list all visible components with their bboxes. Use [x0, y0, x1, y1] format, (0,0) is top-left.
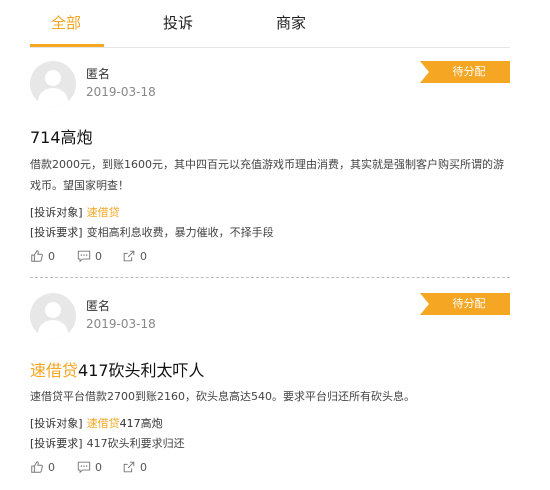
share-button[interactable]: 0 — [122, 458, 147, 476]
post-divider — [30, 277, 510, 278]
like-count: 0 — [48, 249, 55, 263]
comment-button[interactable]: 0 — [77, 458, 102, 476]
post-date: 2019-03-18 — [86, 85, 156, 99]
complaint-title[interactable]: 714高炮 — [30, 124, 93, 148]
complaint-target-link[interactable]: 速借贷 — [87, 417, 120, 430]
complaint-demand: [投诉要求] 变相高利息收费，暴力催收，不择手段 — [30, 224, 274, 240]
comment-count: 0 — [95, 249, 102, 263]
complaint-target-suffix: 417高炮 — [119, 417, 163, 430]
avatar — [30, 293, 76, 339]
tab-bar: 全部 投诉 商家 — [0, 0, 550, 48]
status-badge-label: 待分配 — [452, 297, 486, 310]
avatar — [30, 61, 76, 107]
complaint-target: [投诉对象] 速借贷 — [30, 204, 120, 220]
complaint-title-main: 714高炮 — [30, 128, 93, 147]
status-badge: 待分配 — [420, 61, 510, 83]
post-actions: 0 0 0 — [30, 247, 230, 265]
complaint-title-main: 417砍头利太吓人 — [78, 361, 205, 380]
thumbs-up-icon — [31, 461, 43, 473]
author-name: 匿名 — [86, 299, 111, 313]
complaint-demand-value: 变相高利息收费，暴力催收，不择手段 — [86, 226, 274, 239]
like-button[interactable]: 0 — [30, 247, 55, 265]
tab-bar-divider — [30, 47, 510, 48]
like-count: 0 — [48, 460, 55, 474]
complaint-card: 匿名 2019-03-18 待分配 速借贷417砍头利太吓人 速借贷平台借款27… — [30, 293, 510, 483]
share-icon — [123, 461, 135, 473]
share-count: 0 — [140, 249, 147, 263]
complaint-card: 匿名 2019-03-18 待分配 714高炮 借款2000元，到账1600元，… — [30, 61, 510, 271]
complaint-target-label: [投诉对象] — [30, 206, 83, 219]
complaint-target: [投诉对象] 速借贷417高炮 — [30, 415, 163, 431]
complaint-description: 速借贷平台借款2700到账2160，砍头息高达540。要求平台归还所有砍头息。 — [30, 390, 415, 403]
complaint-demand-label: [投诉要求] — [30, 226, 83, 239]
post-date: 2019-03-18 — [86, 317, 156, 331]
complaint-demand: [投诉要求] 417砍头利要求归还 — [30, 435, 185, 451]
comment-count: 0 — [95, 460, 102, 474]
complaint-demand-label: [投诉要求] — [30, 437, 83, 450]
thumbs-up-icon — [31, 250, 43, 262]
complaint-title[interactable]: 速借贷417砍头利太吓人 — [30, 357, 205, 381]
complaint-target-label: [投诉对象] — [30, 417, 83, 430]
share-button[interactable]: 0 — [122, 247, 147, 265]
post-actions: 0 0 0 — [30, 458, 230, 476]
tab-complaints[interactable]: 投诉 — [163, 12, 193, 33]
comment-icon — [77, 250, 91, 263]
tab-all[interactable]: 全部 — [51, 12, 81, 33]
complaint-description: 借款2000元，到账1600元，其中四百元以充值游戏币理由消费，其实就是强制客户… — [30, 158, 504, 192]
share-icon — [123, 250, 135, 262]
complaint-title-prefix: 速借贷 — [30, 361, 79, 380]
comment-icon — [77, 461, 91, 474]
status-badge: 待分配 — [420, 293, 510, 315]
complaint-demand-value: 417砍头利要求归还 — [86, 437, 185, 450]
like-button[interactable]: 0 — [30, 458, 55, 476]
author-name: 匿名 — [86, 67, 111, 81]
tab-merchants[interactable]: 商家 — [276, 12, 306, 33]
status-badge-label: 待分配 — [452, 65, 486, 78]
share-count: 0 — [140, 460, 147, 474]
complaint-target-link[interactable]: 速借贷 — [87, 206, 120, 219]
comment-button[interactable]: 0 — [77, 247, 102, 265]
